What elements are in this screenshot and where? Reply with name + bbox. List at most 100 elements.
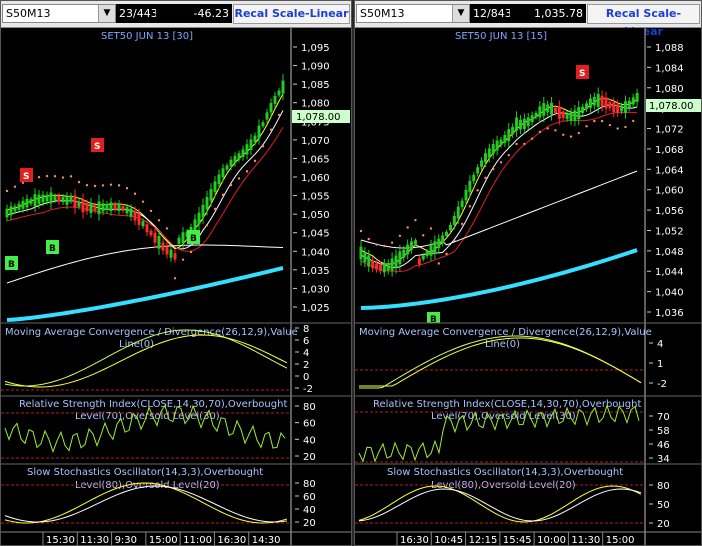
psar-dot	[69, 175, 73, 178]
right-stochastic-axis: 80 50 20	[649, 481, 670, 530]
price-tick-label: 1,040	[655, 288, 684, 299]
candle-body	[25, 198, 29, 208]
candle-body	[588, 98, 592, 108]
candle-body	[515, 117, 519, 131]
psar-dot	[125, 187, 129, 190]
psar-dot	[445, 252, 448, 256]
macd-tick-label: 1	[657, 359, 663, 370]
price-tick-label: 1,036	[655, 308, 684, 319]
left-symbol-select[interactable]: S50M13 ▼	[2, 4, 116, 23]
candle-body	[277, 90, 281, 96]
candle-body	[201, 204, 205, 218]
chevron-down-icon[interactable]: ▼	[452, 5, 469, 22]
right-symbol-select[interactable]: S50M13 ▼	[356, 4, 470, 23]
price-tick-label: 1,050	[301, 210, 330, 221]
psar-dot	[406, 226, 409, 229]
time-label: 9:30	[115, 535, 137, 546]
psar-dot	[476, 189, 479, 192]
candle-body	[117, 203, 121, 211]
right-counter: 12/843	[470, 4, 512, 23]
candle-body	[97, 201, 101, 215]
price-tick-label: 1,025	[301, 303, 330, 314]
time-label: 10:45	[434, 535, 463, 546]
candle-body	[5, 208, 9, 218]
candle-body	[452, 215, 456, 225]
stochastic-tick-label: 80	[657, 481, 670, 492]
candle-body	[550, 102, 554, 115]
psar-dot	[213, 207, 217, 210]
candle-body	[573, 110, 577, 121]
svg-text:B: B	[190, 234, 197, 244]
psar-dot	[85, 184, 89, 187]
candle-body	[93, 205, 97, 211]
psar-dot	[359, 229, 363, 233]
candle-body	[145, 224, 149, 233]
psar-dot	[237, 177, 241, 180]
stochastic-tick-label: 20	[303, 518, 316, 529]
candle-body	[13, 206, 17, 212]
psar-dot	[93, 184, 97, 188]
chevron-down-icon[interactable]: ▼	[98, 5, 115, 22]
candle-body	[269, 103, 273, 113]
left-stochastic-axis: 80 60 40 20	[295, 479, 316, 529]
macd-tick-label: 4	[303, 348, 309, 359]
psar-dot	[117, 184, 121, 187]
candle-body	[561, 111, 565, 119]
candle-body	[456, 206, 460, 219]
psar-dot	[429, 227, 433, 230]
left-change-value: -46.23	[156, 4, 232, 23]
stochastic-tick-label: 40	[303, 505, 316, 516]
candle-body	[596, 93, 600, 107]
candle-body	[125, 207, 129, 214]
psar-dot	[101, 184, 105, 187]
candle-body	[608, 102, 612, 109]
candle-body	[534, 112, 538, 118]
candle-body	[511, 127, 515, 135]
psar-dot	[546, 127, 549, 130]
candle-body	[491, 144, 495, 154]
candle-body	[635, 92, 639, 102]
price-tick-label: 1,035	[301, 266, 330, 277]
psar-dot	[109, 183, 113, 186]
right-recal-scale-button[interactable]: Recal Scale-Linear	[587, 4, 700, 38]
macd-tick-label: 6	[303, 336, 309, 347]
psar-dot	[530, 137, 534, 140]
price-tick-label: 1,084	[655, 63, 684, 74]
time-label: 15:45	[503, 535, 532, 546]
candle-body	[483, 153, 487, 163]
psar-dot	[61, 176, 65, 179]
time-label: 15:30	[46, 535, 75, 546]
psar-dot	[173, 277, 177, 280]
candle-body	[213, 181, 217, 193]
left-recal-scale-button[interactable]: Recal Scale-Linear	[233, 4, 350, 24]
stochastic-tick-label: 20	[657, 519, 670, 530]
candle-body	[429, 245, 433, 256]
stochastic-tick-label: 60	[303, 492, 316, 503]
candle-body	[209, 189, 213, 201]
candle-body	[616, 104, 620, 113]
candle-body	[406, 244, 410, 255]
candle-body	[173, 253, 177, 260]
candle-body	[604, 97, 608, 109]
rsi-tick-label: 34	[657, 454, 670, 465]
right-stochastic-title: Slow Stochastics Oscillator(14,3,3),Over…	[387, 467, 623, 478]
candle-body	[153, 232, 157, 243]
psar-dot	[492, 167, 495, 171]
psar-dot	[157, 219, 161, 222]
right-chart-title: SET50 JUN 13 [15]	[455, 31, 547, 42]
candle-body	[627, 100, 631, 108]
time-label: 11:30	[571, 535, 600, 546]
psar-dot	[577, 131, 580, 135]
candle-body	[273, 95, 277, 104]
psar-dot	[437, 262, 440, 265]
psar-dot	[562, 133, 565, 136]
time-label: 12:15	[469, 535, 498, 546]
candle-body	[29, 199, 33, 204]
candle-body	[261, 122, 265, 127]
psar-dot	[77, 180, 81, 184]
price-tick-label: 1,045	[301, 229, 330, 240]
psar-dot	[375, 243, 378, 246]
candle-body	[109, 202, 113, 212]
candle-body	[65, 196, 69, 205]
svg-text:S: S	[579, 69, 585, 79]
